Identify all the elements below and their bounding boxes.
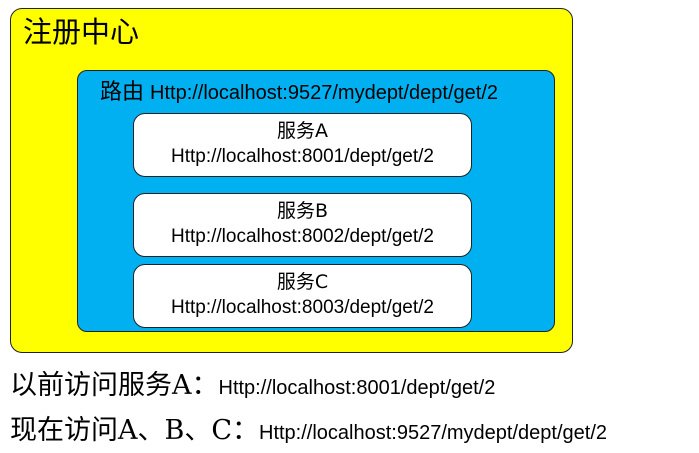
note-now-label: 现在访问A、B、C：	[10, 415, 259, 446]
service-b-url: Http://localhost:8002/dept/get/2	[170, 226, 434, 247]
service-c-url: Http://localhost:8003/dept/get/2	[170, 297, 434, 318]
service-c-name: 服务C	[276, 271, 329, 293]
router-header: 路由 Http://localhost:9527/mydept/dept/get/…	[100, 79, 498, 108]
registry-center-title: 注册中心	[23, 15, 140, 49]
router-box: 路由 Http://localhost:9527/mydept/dept/get/…	[77, 70, 555, 332]
service-c-box: 服务C Http://localhost:8003/dept/get/2	[133, 264, 472, 328]
service-a-url: Http://localhost:8001/dept/get/2	[170, 146, 434, 167]
service-b-name: 服务B	[276, 200, 329, 222]
service-a-name: 服务A	[277, 120, 328, 142]
note-now: 现在访问A、B、C：Http://localhost:9527/mydept/d…	[10, 413, 607, 452]
router-url: Http://localhost:9527/mydept/dept/get/2	[150, 82, 499, 104]
service-a-box: 服务A Http://localhost:8001/dept/get/2	[133, 113, 472, 177]
router-label: 路由	[100, 80, 145, 105]
note-before: 以前访问服务A：Http://localhost:8001/dept/get/2	[10, 368, 495, 407]
note-before-url: Http://localhost:8001/dept/get/2	[218, 377, 496, 399]
note-before-label: 以前访问服务A：	[10, 370, 219, 401]
registry-center-box: 注册中心 路由 Http://localhost:9527/mydept/dept…	[10, 8, 573, 353]
service-b-box: 服务B Http://localhost:8002/dept/get/2	[133, 193, 472, 257]
note-now-url: Http://localhost:9527/mydept/dept/get/2	[259, 422, 607, 444]
